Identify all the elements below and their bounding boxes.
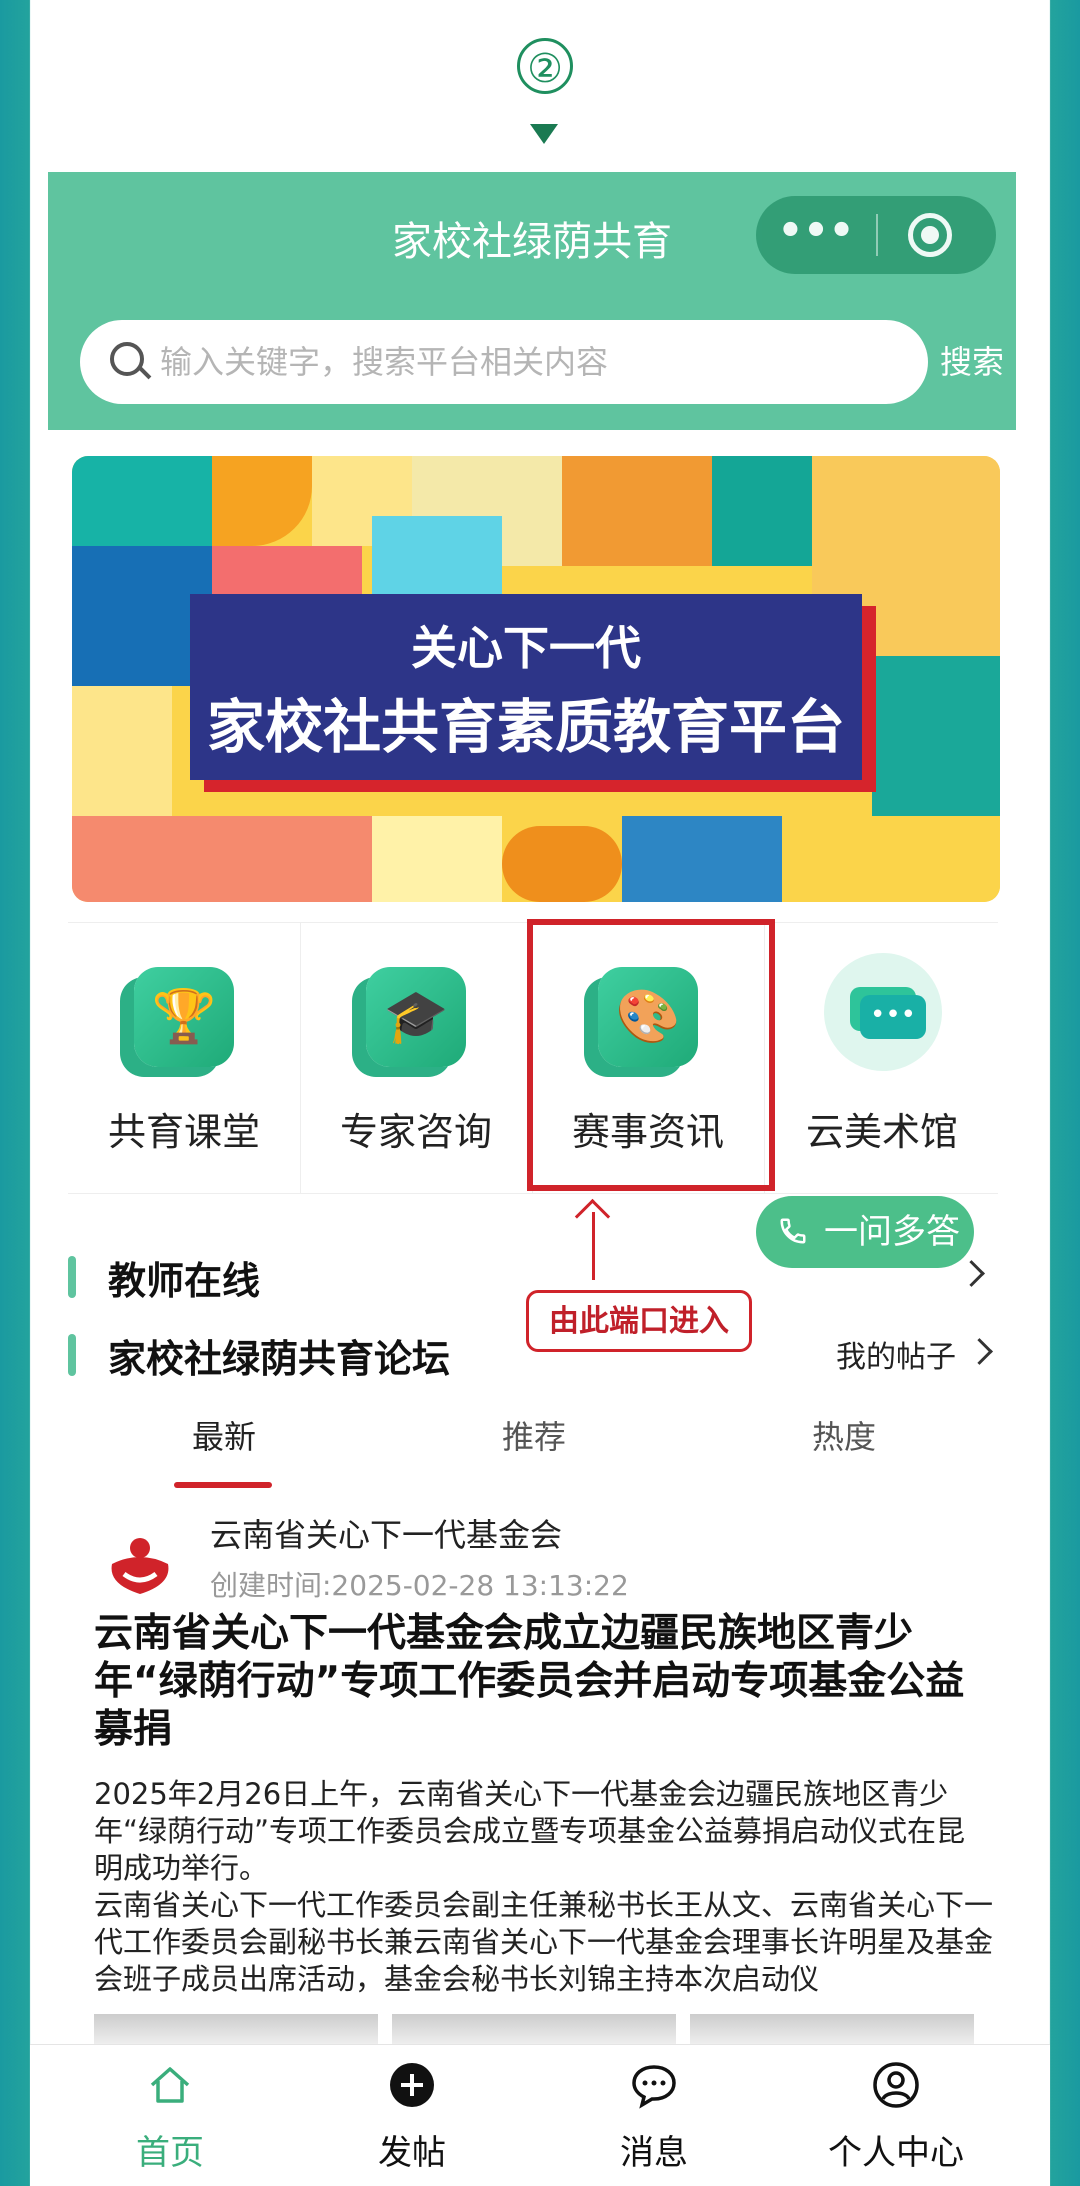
search-icon [110, 342, 144, 376]
capsule-divider [876, 214, 878, 256]
section-teachers[interactable]: 教师在线 [108, 1250, 260, 1305]
close-target-icon[interactable] [908, 213, 952, 257]
plus-circle-icon [390, 2063, 434, 2107]
post-images [94, 2014, 974, 2044]
annotation-label: 由此端口进入 [526, 1290, 752, 1352]
post-created-time: 创建时间:2025-02-28 13:13:22 [210, 1569, 629, 1602]
nav-post[interactable]: 发帖 [292, 2045, 532, 2186]
phone-icon [780, 1218, 806, 1244]
section-forum: 家校社绿荫共育论坛 [108, 1337, 451, 1381]
post-image[interactable] [690, 2014, 974, 2044]
post-author[interactable]: 云南省关心下一代基金会 [210, 1510, 562, 1556]
user-icon [873, 2062, 919, 2108]
search-placeholder: 输入关键字，搜索平台相关内容 [160, 343, 609, 381]
nav-label: 首页 [136, 2133, 204, 2173]
highlight-box [527, 919, 775, 1191]
chat-bubble-icon: ••• [824, 953, 942, 1071]
mini-program-capsule: ••• [756, 196, 996, 274]
my-posts-link[interactable]: 我的帖子 [836, 1332, 956, 1376]
post-image[interactable] [392, 2014, 676, 2044]
search-input[interactable]: 输入关键字，搜索平台相关内容 [80, 320, 928, 404]
down-arrow-icon [530, 124, 558, 144]
menu-item-course[interactable]: 🏆 共育课堂 [68, 923, 300, 1193]
message-icon [632, 2065, 676, 2109]
menu-label: 云美术馆 [805, 1110, 958, 1154]
menu-label: 专家咨询 [339, 1110, 492, 1154]
section-bar [68, 1256, 76, 1298]
post-body[interactable]: 2025年2月26日上午，云南省关心下一代基金会边疆民族地区青少年“绿荫行动”专… [94, 1776, 994, 1998]
banner-line2: 家校社共育素质教育平台 [206, 693, 845, 761]
tab-hot[interactable]: 热度 [744, 1412, 944, 1458]
more-icon[interactable]: ••• [756, 196, 876, 274]
banner-title-box: 关心下一代 家校社共育素质教育平台 [190, 594, 862, 780]
nav-label: 个人中心 [828, 2133, 964, 2173]
app-header: 家校社绿荫共育 ••• 输入关键字，搜索平台相关内容 搜索 [48, 172, 1016, 430]
nav-label: 消息 [620, 2133, 688, 2173]
tab-underline [174, 1482, 272, 1488]
menu-item-expert[interactable]: 🎓 专家咨询 [300, 923, 532, 1193]
chevron-right-icon[interactable] [966, 1338, 993, 1365]
menu-label: 共育课堂 [107, 1110, 260, 1154]
post-paragraph: 2025年2月26日上午，云南省关心下一代基金会边疆民族地区青少年“绿荫行动”专… [94, 1777, 966, 1885]
tab-latest[interactable]: 最新 [124, 1412, 324, 1458]
chevron-right-icon[interactable] [958, 1260, 985, 1287]
ask-answer-button[interactable]: 一问多答 [756, 1196, 974, 1268]
arrow-up-icon [574, 1198, 611, 1235]
search-button[interactable]: 搜索 [940, 320, 1016, 404]
nav-label: 发帖 [378, 2133, 446, 2173]
section-bar [68, 1334, 76, 1376]
bottom-nav: 首页 发帖 消息 个人中心 [30, 2044, 1050, 2186]
nav-home[interactable]: 首页 [50, 2045, 290, 2186]
step-marker: ② [517, 38, 573, 94]
post-title[interactable]: 云南省关心下一代基金会成立边疆民族地区青少年“绿荫行动”专项工作委员会并启动专项… [94, 1610, 994, 1754]
trophy-icon: 🏆 [134, 967, 234, 1067]
nav-messages[interactable]: 消息 [534, 2045, 774, 2186]
post-image[interactable] [94, 2014, 378, 2044]
menu-item-gallery[interactable]: ••• 云美术馆 [766, 923, 998, 1193]
promo-banner[interactable]: 关心下一代 家校社共育素质教育平台 [72, 456, 1000, 902]
banner-line1: 关心下一代 [411, 621, 641, 675]
home-icon [150, 2067, 190, 2103]
tab-recommended[interactable]: 推荐 [434, 1412, 634, 1458]
post-paragraph: 云南省关心下一代工作委员会副主任兼秘书长王从文、云南省关心下一代工作委员会副秘书… [94, 1888, 994, 1996]
ask-answer-label: 一问多答 [824, 1212, 960, 1252]
graduation-cap-icon: 🎓 [366, 967, 466, 1067]
foundation-logo-icon [111, 1538, 169, 1594]
nav-profile[interactable]: 个人中心 [776, 2045, 1016, 2186]
